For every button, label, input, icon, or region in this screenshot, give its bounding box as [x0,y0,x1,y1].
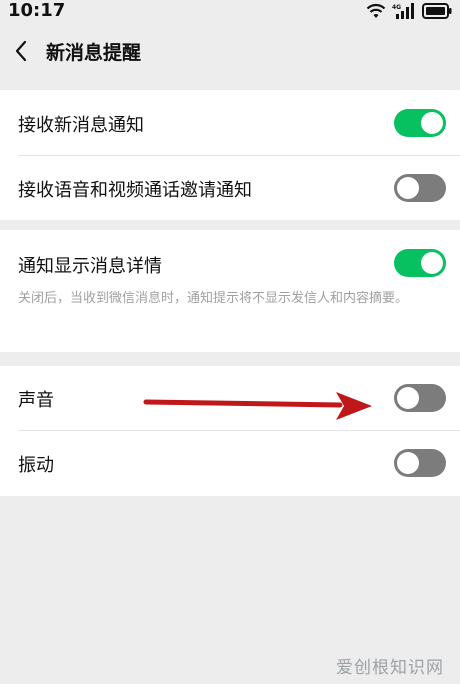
signal-icon: 4G [392,3,414,19]
wifi-icon [366,3,386,18]
toggle-receive-new-messages[interactable] [394,109,446,137]
page-title: 新消息提醒 [46,42,142,64]
toggle-vibration[interactable] [394,449,446,477]
setting-label: 声音 [18,390,54,411]
network-label: 4G [392,4,401,11]
setting-row-show-details[interactable]: 通知显示消息详情 [0,230,460,290]
toggle-knob [421,112,443,134]
settings-group-notifications: 接收新消息通知 接收语音和视频通话邀请通知 [0,90,460,220]
status-icons: 4G [366,2,452,20]
battery-icon [422,3,452,19]
toggle-show-details[interactable] [394,249,446,277]
watermark: 爱创根知识网 [336,658,444,678]
setting-row-receive-new-messages[interactable]: 接收新消息通知 [0,90,460,155]
status-time: 10:17 [8,0,66,21]
status-bar: 10:17 4G [0,0,460,22]
setting-label: 通知显示消息详情 [18,256,162,277]
settings-group-details: 通知显示消息详情 关闭后，当收到微信消息时，通知提示将不显示发信人和内容摘要。 [0,230,460,352]
annotation-arrow [143,392,372,420]
toggle-sound[interactable] [394,384,446,412]
setting-row-call-invitations[interactable]: 接收语音和视频通话邀请通知 [0,156,460,220]
chevron-left-icon[interactable] [10,39,34,63]
toggle-knob [397,177,419,199]
toggle-knob [421,252,443,274]
toggle-call-invitations[interactable] [394,174,446,202]
setting-label: 接收新消息通知 [18,115,144,136]
navigation-bar: 新消息提醒 [0,22,460,80]
setting-description: 关闭后，当收到微信消息时，通知提示将不显示发信人和内容摘要。 [18,291,409,306]
setting-label: 振动 [18,455,54,476]
setting-row-vibration[interactable]: 振动 [0,431,460,496]
toggle-knob [397,387,419,409]
toggle-knob [397,452,419,474]
setting-label: 接收语音和视频通话邀请通知 [18,180,252,201]
